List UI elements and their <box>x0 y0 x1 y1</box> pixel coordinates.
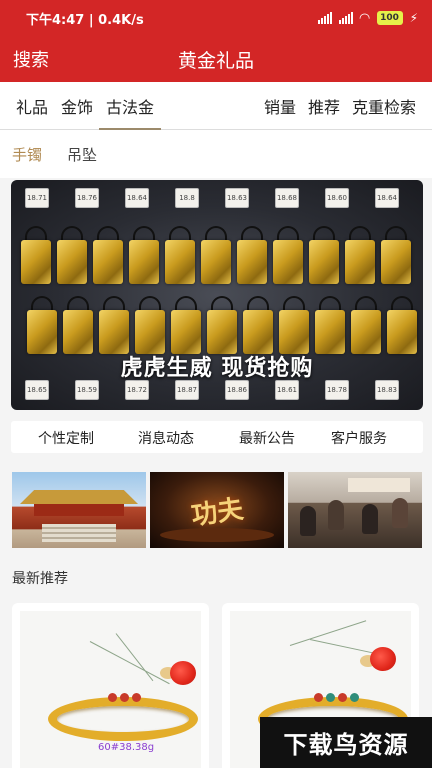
gold-pendant <box>21 240 51 284</box>
price-tag: 18.76 <box>75 188 99 208</box>
price-tag: 18.8 <box>175 188 199 208</box>
gold-bangle <box>48 697 198 741</box>
top-nav: 搜索 黄金礼品 <box>0 36 432 82</box>
gold-pendant <box>351 310 381 354</box>
thumb-palace-image[interactable] <box>12 472 146 548</box>
gold-pendant <box>135 310 165 354</box>
price-tag: 18.72 <box>125 380 149 400</box>
gold-pendant <box>165 240 195 284</box>
thumb-store-image[interactable] <box>288 472 422 548</box>
price-tag: 18.83 <box>375 380 399 400</box>
gold-pendant <box>309 240 339 284</box>
price-tag: 18.87 <box>175 380 199 400</box>
category-tabs: 礼品 金饰 古法金 销量 推荐 克重检索 <box>0 82 432 130</box>
bangle-gem <box>120 693 129 702</box>
price-tag: 18.64 <box>375 188 399 208</box>
flower-stem <box>309 639 379 655</box>
price-tag: 18.68 <box>275 188 299 208</box>
price-tag: 18.60 <box>325 188 349 208</box>
person-figure <box>362 504 378 534</box>
kungfu-stage <box>160 528 274 542</box>
gold-pendant <box>207 310 237 354</box>
sort-recommend[interactable]: 推荐 <box>308 94 340 118</box>
bangle-gem <box>132 693 141 702</box>
red-flower <box>370 647 396 671</box>
quick-links: 个性定制 消息动态 最新公告 客户服务 <box>11 421 423 453</box>
subcategory-tabs: 手镯 吊坠 <box>0 130 432 178</box>
red-flower <box>170 661 196 685</box>
gold-pendant <box>27 310 57 354</box>
gold-pendant <box>243 310 273 354</box>
watermark-logo: 下载鸟资源 <box>260 717 432 768</box>
product-image: 60#38.38g <box>20 611 201 768</box>
banner-caption: 虎虎生威 现货抢购 <box>120 356 314 381</box>
gold-pendant <box>93 240 123 284</box>
price-tag: 18.78 <box>325 380 349 400</box>
bangle-gem <box>314 693 323 702</box>
person-figure <box>392 498 408 528</box>
battery-icon: 100 <box>376 11 403 25</box>
price-tag: 18.65 <box>25 380 49 400</box>
feature-thumbnails: 功夫 <box>0 470 432 550</box>
bangle-gem <box>108 693 117 702</box>
palace-hall <box>34 504 124 516</box>
gold-pendant <box>273 240 303 284</box>
bangle-gem <box>338 693 347 702</box>
tab-jewelry[interactable]: 金饰 <box>61 94 93 118</box>
gold-pendant <box>129 240 159 284</box>
price-tag: 18.86 <box>225 380 249 400</box>
price-tag: 18.71 <box>25 188 49 208</box>
gold-pendant <box>381 240 411 284</box>
link-customer-service[interactable]: 客户服务 <box>331 428 387 448</box>
gold-pendant <box>63 310 93 354</box>
status-time: 下午4:47 | 0.4K/s <box>26 12 144 28</box>
gold-pendant <box>57 240 87 284</box>
gold-pendant <box>201 240 231 284</box>
gold-pendant <box>99 310 129 354</box>
price-tag: 18.63 <box>225 188 249 208</box>
status-bar: 下午4:47 | 0.4K/s ◠ 100 ⚡ <box>0 0 432 36</box>
person-figure <box>328 500 344 530</box>
promo-banner[interactable]: 18.71 18.76 18.64 18.8 18.63 18.68 18.60 18.64 1… <box>11 180 423 410</box>
gold-pendant <box>315 310 345 354</box>
thumb-kungfu-image[interactable]: 功夫 <box>150 472 284 548</box>
price-tag: 18.61 <box>275 380 299 400</box>
sort-sales[interactable]: 销量 <box>264 94 296 118</box>
gold-pendant <box>279 310 309 354</box>
price-tag: 18.59 <box>75 380 99 400</box>
link-custom[interactable]: 个性定制 <box>38 428 94 448</box>
store-sign <box>348 478 410 492</box>
charging-icon: ⚡ <box>409 11 418 25</box>
page-title: 黄金礼品 <box>177 50 254 72</box>
price-tag: 18.64 <box>125 188 149 208</box>
subtab-bracelet[interactable]: 手镯 <box>12 144 42 165</box>
gold-pendant <box>345 240 375 284</box>
section-title-recommend: 最新推荐 <box>12 571 68 587</box>
wifi-icon: ◠ <box>359 10 370 26</box>
palace-roof <box>20 490 138 504</box>
tab-gifts[interactable]: 礼品 <box>16 94 48 118</box>
product-card[interactable]: 60#38.38g <box>12 603 209 768</box>
gold-pendant <box>237 240 267 284</box>
link-news[interactable]: 消息动态 <box>138 428 194 448</box>
bangle-gem <box>350 693 359 702</box>
bangle-gem <box>326 693 335 702</box>
gold-pendant <box>171 310 201 354</box>
tab-ancient-gold[interactable]: 古法金 <box>106 94 154 118</box>
person-figure <box>300 506 316 536</box>
signal-icon-2 <box>338 12 353 24</box>
subtab-pendant[interactable]: 吊坠 <box>67 144 97 165</box>
palace-stairs <box>42 524 116 542</box>
status-icons: ◠ 100 ⚡ <box>317 10 418 26</box>
product-weight: 60#38.38g <box>98 742 155 753</box>
flower-stem <box>89 641 170 685</box>
signal-icon <box>317 12 332 24</box>
weight-search[interactable]: 克重检索 <box>352 94 416 118</box>
gold-pendant <box>387 310 417 354</box>
link-announcements[interactable]: 最新公告 <box>239 428 295 448</box>
